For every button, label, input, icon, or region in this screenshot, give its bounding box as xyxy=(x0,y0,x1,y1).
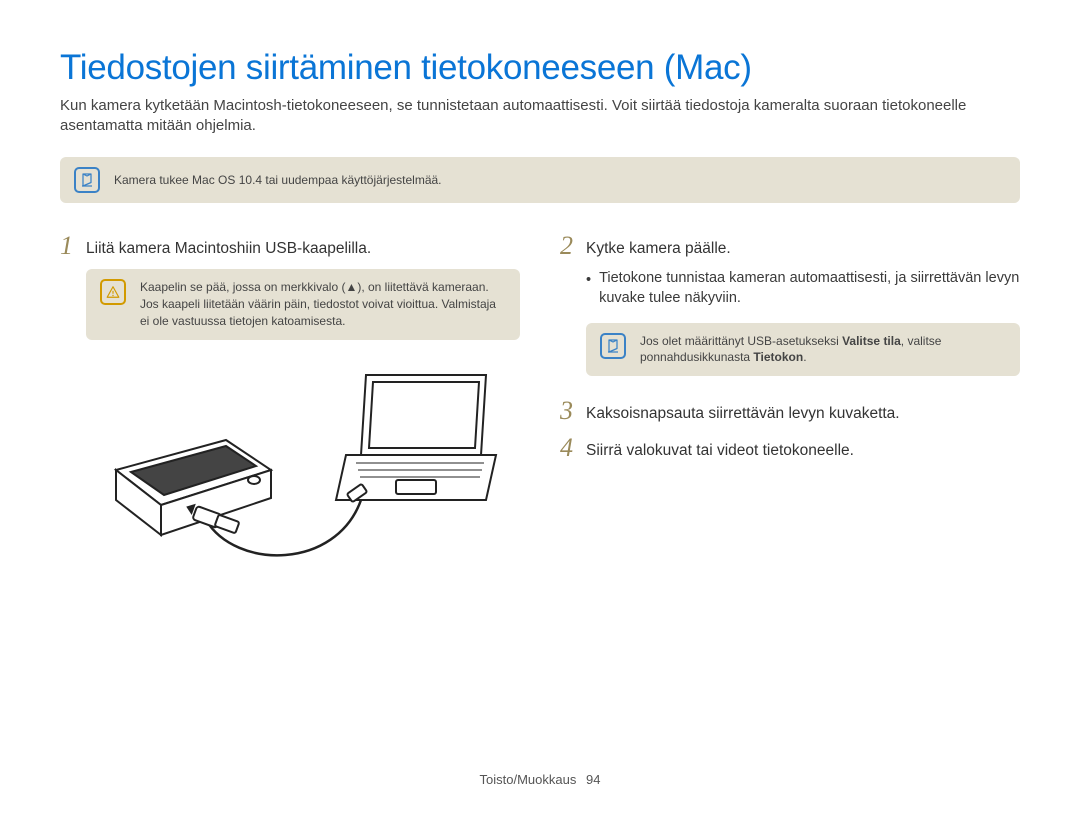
step-2-subtext: • Tietokone tunnistaa kameran automaatti… xyxy=(560,269,1020,308)
page-title: Tiedostojen siirtäminen tietokoneeseen (… xyxy=(60,48,1020,88)
os-support-text: Kamera tukee Mac OS 10.4 tai uudempaa kä… xyxy=(114,173,442,187)
step-3-text: Kaksoisnapsauta siirrettävän levyn kuvak… xyxy=(586,398,900,425)
warning-icon xyxy=(100,279,126,305)
note-icon xyxy=(600,333,626,359)
step-3: 3 Kaksoisnapsauta siirrettävän levyn kuv… xyxy=(560,398,1020,425)
footer-page-number: 94 xyxy=(586,772,600,787)
right-column: 2 Kytke kamera päälle. • Tietokone tunni… xyxy=(560,233,1020,580)
page-footer: Toisto/Muokkaus 94 xyxy=(0,772,1080,787)
step-4-number: 4 xyxy=(560,435,578,461)
usb-mode-note: Jos olet määrittänyt USB-asetukseksi Val… xyxy=(586,323,1020,377)
step-4: 4 Siirrä valokuvat tai videot tietokonee… xyxy=(560,435,1020,462)
cable-warning-text: Kaapelin se pää, jossa on merkkivalo (▲)… xyxy=(140,279,506,329)
cable-warning: Kaapelin se pää, jossa on merkkivalo (▲)… xyxy=(86,269,520,339)
step-2-number: 2 xyxy=(560,233,578,259)
intro-paragraph: Kun kamera kytketään Macintosh-tietokone… xyxy=(60,96,1020,137)
step-2-subtext-body: Tietokone tunnistaa kameran automaattise… xyxy=(599,269,1020,308)
os-support-note: Kamera tukee Mac OS 10.4 tai uudempaa kä… xyxy=(60,157,1020,203)
step-2-text: Kytke kamera päälle. xyxy=(586,233,731,260)
step-2: 2 Kytke kamera päälle. xyxy=(560,233,1020,260)
step-1-number: 1 xyxy=(60,233,78,259)
step-1-text: Liitä kamera Macintoshiin USB-kaapelilla… xyxy=(86,233,371,260)
connection-diagram xyxy=(86,360,520,580)
note-icon xyxy=(74,167,100,193)
footer-section: Toisto/Muokkaus xyxy=(480,772,577,787)
left-column: 1 Liitä kamera Macintoshiin USB-kaapelil… xyxy=(60,233,520,580)
step-4-text: Siirrä valokuvat tai videot tietokoneell… xyxy=(586,435,854,462)
step-3-number: 3 xyxy=(560,398,578,424)
content-columns: 1 Liitä kamera Macintoshiin USB-kaapelil… xyxy=(60,233,1020,580)
bullet-dot-icon: • xyxy=(586,269,591,308)
step-1: 1 Liitä kamera Macintoshiin USB-kaapelil… xyxy=(60,233,520,260)
manual-page: Tiedostojen siirtäminen tietokoneeseen (… xyxy=(0,0,1080,815)
usb-mode-note-text: Jos olet määrittänyt USB-asetukseksi Val… xyxy=(640,333,1006,367)
